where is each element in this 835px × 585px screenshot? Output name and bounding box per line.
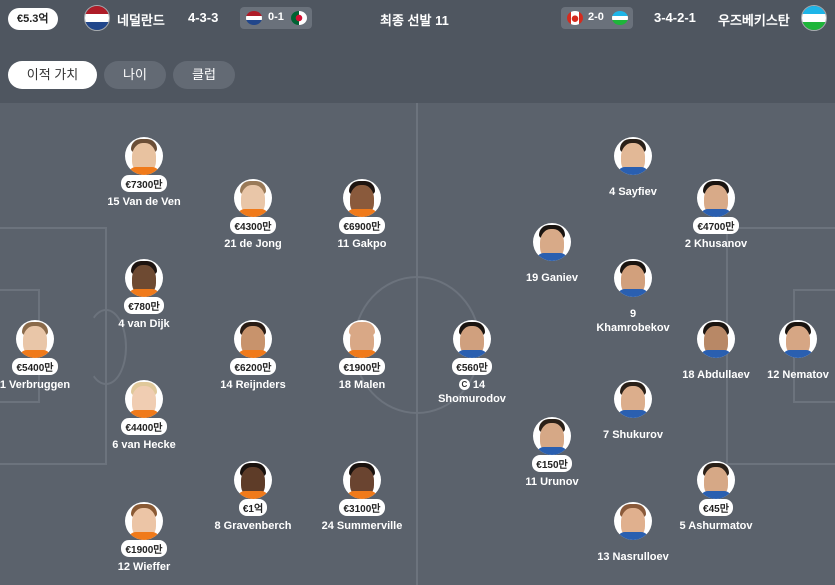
player-card[interactable]: €4300만 21 de Jong: [198, 179, 308, 251]
market-value-badge: €4700만: [693, 217, 739, 234]
market-value-badge: €4400만: [121, 418, 167, 435]
player-card[interactable]: 13 Nasrulloev: [578, 502, 688, 564]
player-name: 1 Verbruggen: [0, 379, 71, 391]
player-card[interactable]: €4400만 6 van Hecke: [89, 380, 199, 452]
market-value-badge: €6900만: [339, 217, 385, 234]
player-card[interactable]: €5400만 1 Verbruggen: [0, 320, 90, 392]
player-card[interactable]: €780만 4 van Dijk: [89, 259, 199, 331]
player-photo: [234, 461, 272, 499]
market-value-badge: €560만: [452, 358, 492, 375]
player-photo: [234, 179, 272, 217]
player-card[interactable]: 19 Ganiev: [497, 223, 607, 285]
canada-flag-icon: [567, 11, 583, 25]
player-card[interactable]: €1900만 12 Wieffer: [89, 502, 199, 574]
player-photo: [343, 320, 381, 358]
player-photo: [779, 320, 817, 358]
away-previous-match[interactable]: 2-0: [561, 7, 633, 29]
market-value-badge: €5400만: [12, 358, 58, 375]
away-formation: 3-4-2-1: [654, 10, 696, 25]
market-value-badge: €1900만: [339, 358, 385, 375]
home-previous-match[interactable]: 0-1: [240, 7, 312, 29]
player-photo: [697, 461, 735, 499]
market-value-badge: €4300만: [230, 217, 276, 234]
home-formation: 4-3-3: [188, 10, 219, 25]
player-name: 15 Van de Ven: [107, 196, 181, 208]
player-name: 21 de Jong: [224, 238, 282, 250]
player-name: 19 Ganiev: [526, 272, 578, 284]
tab-market-value[interactable]: 이적 가치: [8, 61, 97, 89]
player-name: 18 Malen: [338, 379, 386, 391]
player-photo: [533, 417, 571, 455]
uzbekistan-flag-icon: [612, 11, 628, 25]
player-name-text: 14 Shomurodov: [438, 379, 506, 405]
market-value-badge: €3100만: [339, 499, 385, 516]
uzbekistan-flag-icon: [801, 5, 827, 31]
player-card[interactable]: €150만 11 Urunov: [497, 417, 607, 489]
market-value-badge: €780만: [124, 297, 164, 314]
player-photo: [16, 320, 54, 358]
market-value-badge: €1900만: [121, 540, 167, 557]
player-photo: [614, 137, 652, 175]
player-name: 11 Gakpo: [337, 238, 387, 250]
netherlands-flag-icon: [84, 5, 110, 31]
player-name: 9 Khamrobekov: [596, 308, 670, 334]
player-name: 4 Sayfiev: [609, 186, 657, 198]
player-photo: [234, 320, 272, 358]
netherlands-flag-icon: [246, 11, 262, 25]
player-photo: [125, 259, 163, 297]
player-photo: [343, 461, 381, 499]
player-name: 14 Reijnders: [220, 379, 286, 391]
away-previous-score: 2-0: [588, 11, 604, 23]
total-value-badge: €5.3억: [8, 8, 58, 30]
player-photo: [125, 137, 163, 175]
player-photo: [125, 502, 163, 540]
player-photo: [697, 320, 735, 358]
page-title: 최종 선발 11: [380, 13, 449, 28]
home-previous-score: 0-1: [268, 11, 284, 23]
tab-club[interactable]: 클럽: [173, 61, 235, 89]
player-photo: [614, 259, 652, 297]
player-card[interactable]: €6900만 11 Gakpo: [307, 179, 417, 251]
player-photo: [533, 223, 571, 261]
player-photo: [453, 320, 491, 358]
market-value-badge: €45만: [699, 499, 733, 516]
player-card[interactable]: €560만 C 14 Shomurodov: [417, 320, 527, 406]
market-value-badge: €150만: [532, 455, 572, 472]
player-card[interactable]: €1900만 18 Malen: [307, 320, 417, 392]
player-name: 13 Nasrulloev: [597, 551, 669, 563]
player-name: 12 Wieffer: [117, 561, 171, 573]
player-photo: [343, 179, 381, 217]
match-header: €5.3억 네덜란드 4-3-3 0-1 최종 선발 11 2-0 3-4-2-…: [0, 0, 835, 36]
player-name: 6 van Hecke: [112, 439, 176, 451]
market-value-badge: €7300만: [121, 175, 167, 192]
player-card[interactable]: €7300만 15 Van de Ven: [89, 137, 199, 209]
captain-icon: C: [458, 379, 470, 390]
player-card[interactable]: €1억 8 Gravenberch: [198, 461, 308, 533]
market-value-badge: €6200만: [230, 358, 276, 375]
away-team-name[interactable]: 우즈베키스탄: [718, 10, 790, 29]
player-photo: [125, 380, 163, 418]
player-name: 24 Summerville: [321, 520, 403, 532]
player-photo: [614, 502, 652, 540]
home-team-name[interactable]: 네덜란드: [117, 10, 165, 29]
tab-age[interactable]: 나이: [104, 61, 166, 89]
player-name: 8 Gravenberch: [214, 520, 292, 532]
player-card[interactable]: €3100만 24 Summerville: [307, 461, 417, 533]
player-name: 4 van Dijk: [118, 318, 170, 330]
player-name: 2 Khusanov: [684, 238, 748, 250]
player-name: C 14 Shomurodov: [417, 378, 527, 406]
player-card[interactable]: €6200만 14 Reijnders: [198, 320, 308, 392]
player-photo: [614, 380, 652, 418]
market-value-badge: €1억: [238, 499, 268, 516]
player-photo: [697, 179, 735, 217]
algeria-flag-icon: [291, 11, 307, 25]
player-card[interactable]: 4 Sayfiev: [578, 137, 688, 199]
player-name: 11 Urunov: [525, 476, 579, 488]
